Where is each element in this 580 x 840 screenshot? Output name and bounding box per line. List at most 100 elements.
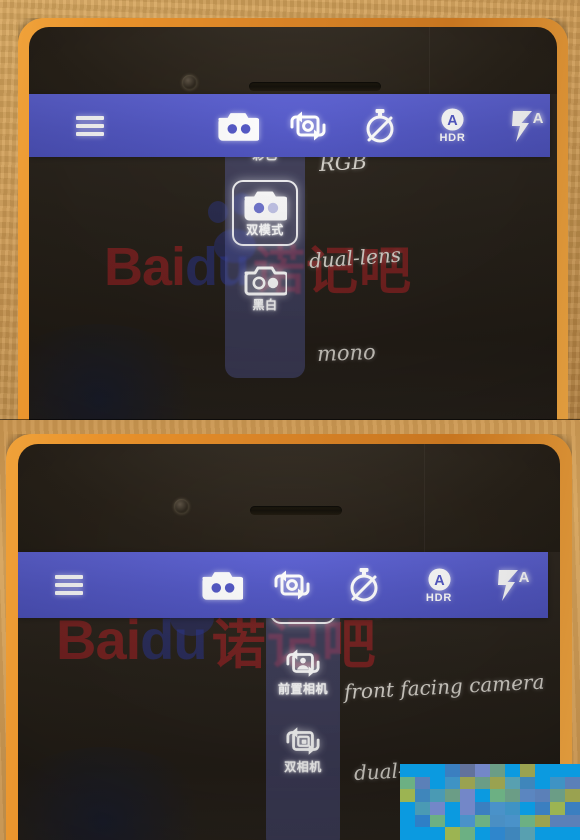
toolbar-timer-button[interactable] bbox=[342, 563, 386, 607]
camera-switch-icon bbox=[274, 570, 310, 600]
mosaic-cell bbox=[505, 814, 520, 828]
mosaic-cell bbox=[505, 827, 520, 840]
dual-camera-icon bbox=[218, 112, 259, 141]
mosaic-cell bbox=[475, 789, 490, 802]
mosaic-cell bbox=[565, 827, 580, 840]
menu-item-dual-camera[interactable]: 双相机 bbox=[272, 718, 334, 780]
mosaic-cell bbox=[550, 764, 565, 777]
mosaic-cell bbox=[475, 802, 490, 815]
mosaic-cell bbox=[520, 789, 535, 802]
menu-item-dual-mode[interactable]: 双模式 bbox=[232, 180, 298, 246]
mosaic-cell bbox=[430, 827, 445, 840]
handwritten-annotation-dual: dual- bbox=[353, 758, 406, 785]
mosaic-cell bbox=[460, 802, 475, 815]
mosaic-cell bbox=[550, 802, 565, 815]
toolbar-camera-switch-button[interactable] bbox=[270, 563, 314, 607]
svg-text:A: A bbox=[434, 572, 445, 588]
mosaic-cell bbox=[550, 814, 565, 828]
mosaic-cell bbox=[550, 789, 565, 802]
mosaic-cell bbox=[460, 776, 475, 790]
mosaic-cell bbox=[505, 776, 520, 790]
handwritten-annotation-mono: mono bbox=[316, 339, 377, 366]
mosaic-cell bbox=[430, 776, 445, 790]
mosaic-cell bbox=[475, 764, 490, 777]
toolbar-flash-button[interactable]: A bbox=[505, 103, 550, 149]
toolbar-hdr-button[interactable]: A HDR bbox=[415, 561, 463, 609]
mosaic-cell bbox=[460, 764, 475, 777]
mosaic-cell bbox=[520, 827, 535, 840]
menu-item-label: 前置相机 bbox=[277, 681, 328, 696]
toolbar-dual-camera-button[interactable] bbox=[200, 563, 244, 607]
toolbar-camera-switch-button[interactable] bbox=[286, 104, 329, 148]
mosaic-cell bbox=[400, 789, 415, 802]
mosaic-cell bbox=[490, 814, 505, 828]
hdr-label: HDR bbox=[439, 132, 466, 144]
mosaic-cell bbox=[490, 776, 505, 790]
flash-auto-icon: A bbox=[498, 569, 530, 601]
mosaic-cell bbox=[460, 789, 475, 802]
mosaic-cell bbox=[550, 776, 565, 790]
hamburger-menu-icon[interactable] bbox=[49, 565, 89, 605]
menu-item-front-camera[interactable]: 前置相机 bbox=[269, 640, 337, 702]
flash-auto-icon: A bbox=[511, 110, 543, 142]
mosaic-cell bbox=[445, 802, 460, 815]
mosaic-cell bbox=[550, 827, 565, 840]
mosaic-cell bbox=[415, 827, 430, 840]
camera-toolbar: A HDR A bbox=[29, 94, 550, 157]
mosaic-cell bbox=[430, 789, 445, 802]
menu-item-label: 黑白 bbox=[252, 297, 278, 312]
menu-item-label: 双相机 bbox=[284, 759, 322, 774]
mosaic-cell bbox=[415, 764, 430, 777]
mosaic-cell bbox=[565, 802, 580, 815]
mosaic-cell bbox=[430, 764, 445, 777]
hdr-auto-icon: A bbox=[441, 108, 464, 131]
mosaic-cell bbox=[490, 827, 505, 840]
bezel-seam bbox=[424, 444, 425, 564]
mosaic-cell bbox=[535, 764, 550, 777]
phone-device: Bai du 诺记吧 RGB dual-lens mono 双模式 黑白 A H… bbox=[18, 18, 568, 420]
front-camera-lens-icon bbox=[182, 75, 197, 90]
hamburger-menu-icon[interactable] bbox=[70, 106, 109, 146]
svg-text:A: A bbox=[519, 569, 530, 586]
mosaic-cell bbox=[430, 802, 445, 815]
toolbar-hdr-button[interactable]: A HDR bbox=[429, 102, 476, 150]
menu-item-mono[interactable]: 黑白 bbox=[234, 258, 296, 318]
mosaic-cell bbox=[400, 764, 415, 777]
mosaic-cell bbox=[400, 802, 415, 815]
mosaic-cell bbox=[415, 802, 430, 815]
mosaic-cell bbox=[565, 764, 580, 777]
mosaic-cell bbox=[505, 802, 520, 815]
mosaic-cell bbox=[520, 814, 535, 828]
toolbar-dual-camera-button[interactable] bbox=[216, 104, 259, 148]
mosaic-cell bbox=[445, 814, 460, 828]
mosaic-cell bbox=[505, 789, 520, 802]
mosaic-cell bbox=[400, 814, 415, 828]
mosaic-cell bbox=[535, 802, 550, 815]
mosaic-cell bbox=[520, 776, 535, 790]
viewfinder-shadow bbox=[18, 747, 218, 840]
phone-screen: Bai du 诺记吧 RGB dual-lens mono 双模式 黑白 A H… bbox=[29, 27, 557, 420]
switch-dual-camera-icon bbox=[286, 727, 320, 755]
watermark-bai-text: Bai bbox=[104, 236, 186, 297]
mosaic-cell bbox=[520, 764, 535, 777]
mosaic-cell bbox=[445, 764, 460, 777]
mosaic-cell bbox=[565, 789, 580, 802]
mosaic-cell bbox=[430, 814, 445, 828]
mosaic-cell bbox=[535, 814, 550, 828]
screenshot-root: Bai du 诺记吧 RGB dual-lens mono 双模式 黑白 A H… bbox=[0, 0, 580, 840]
mosaic-cell bbox=[475, 776, 490, 790]
menu-item-label: 双模式 bbox=[246, 222, 284, 237]
viewfinder-shadow bbox=[29, 324, 209, 420]
camera-dual-mode-icon bbox=[244, 191, 287, 221]
mosaic-cell bbox=[460, 814, 475, 828]
camera-toolbar: A HDR A bbox=[18, 552, 548, 618]
toolbar-timer-button[interactable] bbox=[358, 104, 401, 148]
mosaic-cell bbox=[490, 802, 505, 815]
mosaic-cell bbox=[535, 827, 550, 840]
mosaic-cell bbox=[475, 827, 490, 840]
mosaic-cell bbox=[400, 827, 415, 840]
timer-off-icon bbox=[350, 568, 378, 602]
color-mode-menu-photo: Bai du 诺记吧 RGB dual-lens mono 双模式 黑白 A H… bbox=[0, 0, 580, 420]
camera-select-menu-photo: Bai du 诺记吧 main camera front facing came… bbox=[0, 420, 580, 840]
toolbar-flash-button[interactable]: A bbox=[491, 562, 537, 608]
